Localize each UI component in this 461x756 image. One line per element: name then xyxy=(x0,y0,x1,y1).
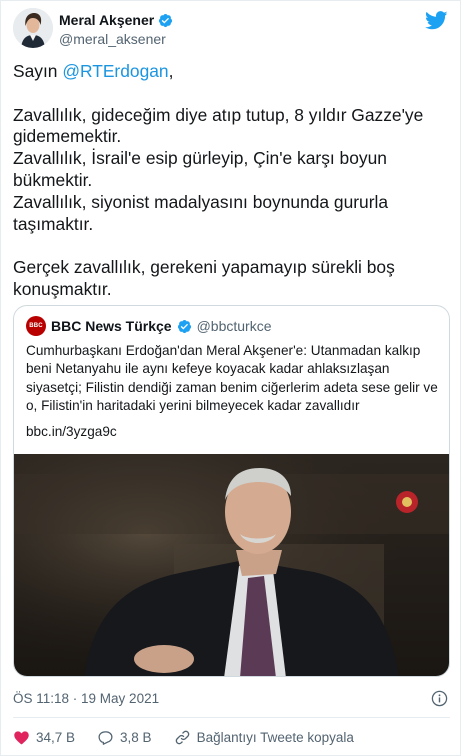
heart-icon xyxy=(14,731,29,745)
quoted-tweet-link[interactable]: bbc.in/3yzga9c xyxy=(26,424,117,439)
mention-link[interactable]: @RTErdogan xyxy=(62,61,168,81)
tweet-text: Sayın @RTErdogan, Zavallılık, gideceğim … xyxy=(13,61,453,301)
quoted-author-name[interactable]: BBC News Türkçe xyxy=(51,318,172,334)
tweet-line-4: Gerçek zavallılık, gerekeni yapamayıp sü… xyxy=(13,257,395,299)
author-name[interactable]: Meral Akşener xyxy=(59,12,154,28)
quoted-avatar[interactable]: BBC xyxy=(26,316,46,336)
link-icon xyxy=(175,730,189,745)
divider xyxy=(13,717,450,718)
copy-link-button[interactable]: Bağlantıyı Tweete kopyala xyxy=(174,729,354,746)
author-handle[interactable]: @meral_aksener xyxy=(59,31,173,47)
quoted-tweet-text: Cumhurbaşkanı Erdoğan'dan Meral Akşener'… xyxy=(26,343,438,414)
tweet-line-3: Zavallılık, siyonist madalyasını boynund… xyxy=(13,191,389,234)
tweet-card: Meral Akşener @meral_aksener Sayın @RTEr… xyxy=(0,0,461,756)
verified-icon xyxy=(177,319,191,333)
tweet-actions: 34,7 B 3,8 B Bağlantıyı Tweete kopyala xyxy=(13,729,376,746)
copy-link-label: Bağlantıyı Tweete kopyala xyxy=(196,730,354,745)
tweet-line-1: Zavallılık, gideceğim diye atıp tutup, 8… xyxy=(13,104,424,147)
tweet-greeting: Sayın @RTErdogan, xyxy=(13,61,174,81)
author-block: Meral Akşener @meral_aksener xyxy=(59,12,173,47)
quoted-tweet-header: BBC BBC News Türkçe @bbcturkce xyxy=(26,316,272,336)
author-avatar[interactable] xyxy=(13,8,53,48)
like-button[interactable]: 34,7 B xyxy=(13,729,75,746)
reply-icon xyxy=(98,731,113,745)
reply-count: 3,8 B xyxy=(120,730,152,745)
quoted-tweet[interactable]: BBC BBC News Türkçe @bbcturkce Cumhurbaş… xyxy=(13,305,450,677)
tweet-line-2: Zavallılık, İsrail'e esip gürleyip, Çin'… xyxy=(13,148,387,190)
quoted-tweet-photo[interactable] xyxy=(14,454,450,677)
like-count: 34,7 B xyxy=(36,730,76,745)
tweet-timestamp[interactable]: ÖS 11:18 · 19 May 2021 xyxy=(13,691,159,706)
twitter-bird-icon[interactable] xyxy=(425,11,448,30)
quoted-author-handle[interactable]: @bbcturkce xyxy=(197,318,272,334)
reply-button[interactable]: 3,8 B xyxy=(97,729,152,746)
verified-icon xyxy=(159,13,173,27)
info-icon[interactable] xyxy=(431,690,448,707)
